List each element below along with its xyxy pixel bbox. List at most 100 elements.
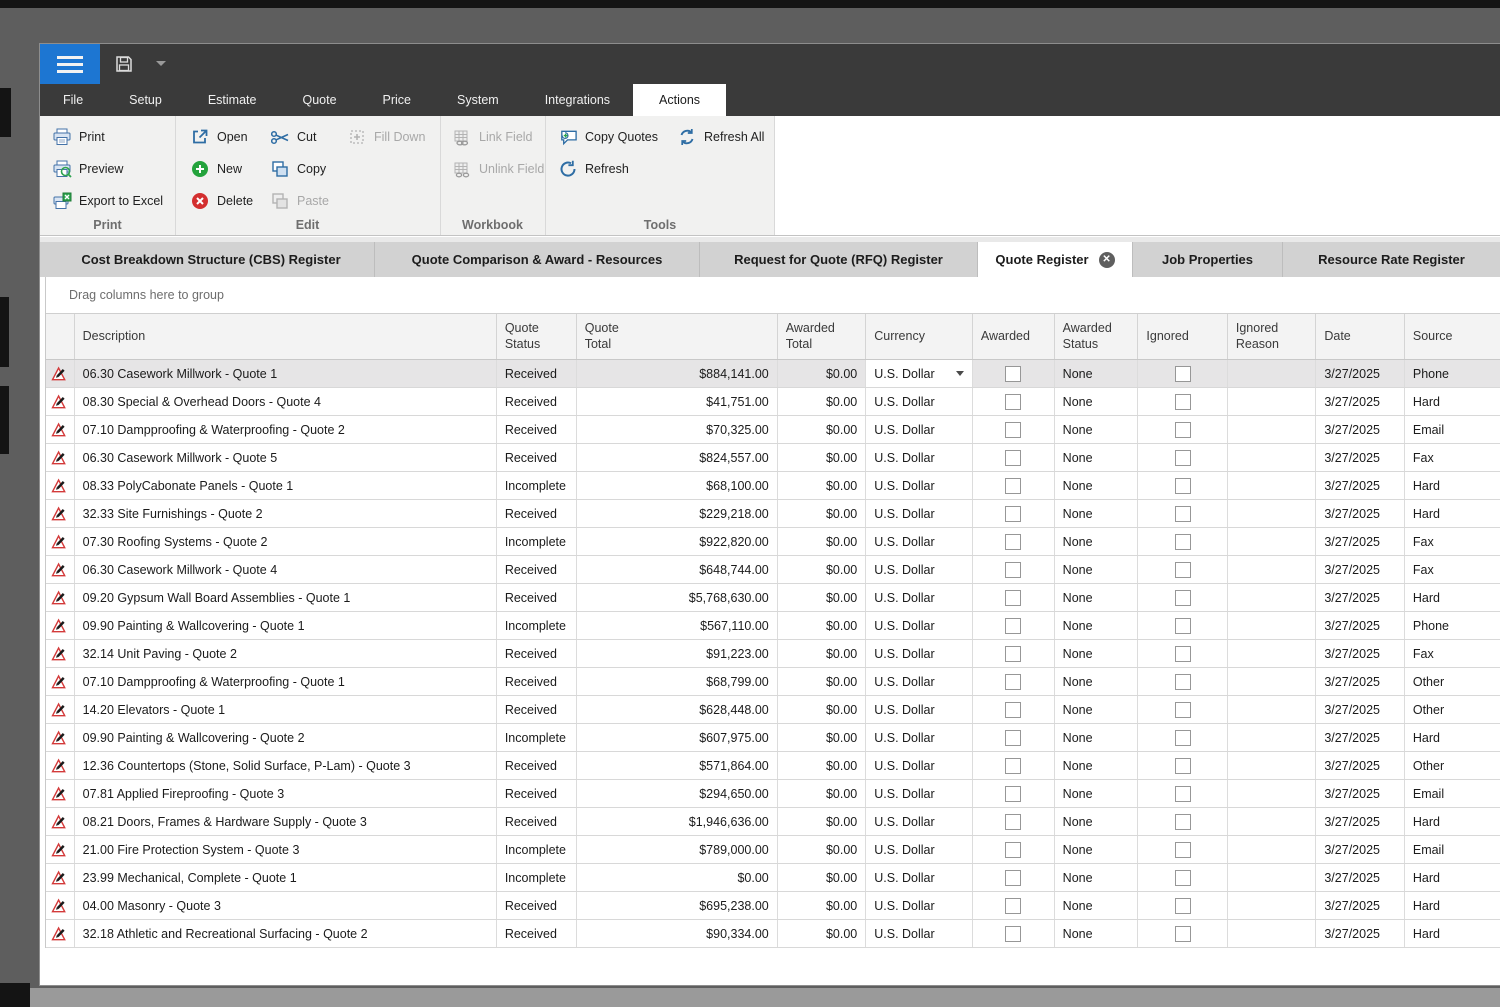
menu-system[interactable]: System — [434, 84, 522, 116]
cell-quote-status[interactable]: Received — [497, 892, 577, 919]
cell-description[interactable]: 09.20 Gypsum Wall Board Assemblies - Quo… — [75, 584, 497, 611]
cell-source[interactable]: Fax — [1405, 556, 1500, 583]
cell-source[interactable]: Phone — [1405, 612, 1500, 639]
cell-source[interactable]: Hard — [1405, 584, 1500, 611]
cell-currency-dropdown[interactable]: U.S. Dollar — [866, 444, 973, 471]
ignored-checkbox[interactable] — [1175, 926, 1191, 942]
cell-date[interactable]: 3/27/2025 — [1316, 836, 1405, 863]
menu-price[interactable]: Price — [360, 84, 434, 116]
fill-down-button[interactable]: Fill Down — [347, 124, 425, 150]
cell-date[interactable]: 3/27/2025 — [1316, 752, 1405, 779]
grid-row[interactable]: 09.90 Painting & Wallcovering - Quote 1I… — [46, 612, 1500, 640]
cell-currency-dropdown[interactable]: U.S. Dollar — [866, 388, 973, 415]
cell-ignored-reason[interactable] — [1228, 612, 1317, 639]
cell-currency-dropdown[interactable]: U.S. Dollar — [866, 696, 973, 723]
cell-source[interactable]: Other — [1405, 752, 1500, 779]
grid-row[interactable]: 23.99 Mechanical, Complete - Quote 1Inco… — [46, 864, 1500, 892]
delete-button[interactable]: Delete — [190, 188, 253, 214]
ignored-checkbox[interactable] — [1175, 814, 1191, 830]
cell-source[interactable]: Email — [1405, 780, 1500, 807]
cell-awarded-total[interactable]: $0.00 — [778, 836, 867, 863]
awarded-checkbox[interactable] — [1005, 450, 1021, 466]
cell-date[interactable]: 3/27/2025 — [1316, 668, 1405, 695]
menu-estimate[interactable]: Estimate — [185, 84, 280, 116]
ignored-checkbox[interactable] — [1175, 590, 1191, 606]
header-source[interactable]: Source — [1405, 314, 1500, 359]
grid-row[interactable]: 32.18 Athletic and Recreational Surfacin… — [46, 920, 1500, 948]
cell-awarded-status[interactable]: None — [1055, 360, 1139, 387]
awarded-checkbox[interactable] — [1005, 618, 1021, 634]
cell-quote-status[interactable]: Received — [497, 416, 577, 443]
cell-currency-dropdown[interactable]: U.S. Dollar — [866, 836, 973, 863]
cell-ignored-reason[interactable] — [1228, 416, 1317, 443]
cell-date[interactable]: 3/27/2025 — [1316, 556, 1405, 583]
cell-date[interactable]: 3/27/2025 — [1316, 696, 1405, 723]
awarded-checkbox[interactable] — [1005, 646, 1021, 662]
awarded-checkbox[interactable] — [1005, 786, 1021, 802]
awarded-checkbox[interactable] — [1005, 590, 1021, 606]
cell-description[interactable]: 21.00 Fire Protection System - Quote 3 — [75, 836, 497, 863]
cell-source[interactable]: Hard — [1405, 472, 1500, 499]
awarded-checkbox[interactable] — [1005, 506, 1021, 522]
awarded-checkbox[interactable] — [1005, 898, 1021, 914]
ignored-checkbox[interactable] — [1175, 534, 1191, 550]
cell-date[interactable]: 3/27/2025 — [1316, 444, 1405, 471]
cell-description[interactable]: 32.14 Unit Paving - Quote 2 — [75, 640, 497, 667]
cell-awarded-status[interactable]: None — [1055, 696, 1139, 723]
cell-date[interactable]: 3/27/2025 — [1316, 584, 1405, 611]
cell-quote-total[interactable]: $5,768,630.00 — [577, 584, 778, 611]
cell-date[interactable]: 3/27/2025 — [1316, 892, 1405, 919]
grid-row[interactable]: 14.20 Elevators - Quote 1Received$628,44… — [46, 696, 1500, 724]
awarded-checkbox[interactable] — [1005, 842, 1021, 858]
cell-quote-status[interactable]: Received — [497, 808, 577, 835]
cell-quote-total[interactable]: $229,218.00 — [577, 500, 778, 527]
cell-awarded-total[interactable]: $0.00 — [778, 584, 867, 611]
cell-currency-dropdown[interactable]: U.S. Dollar — [866, 584, 973, 611]
cell-ignored-reason[interactable] — [1228, 696, 1317, 723]
group-by-drop-zone[interactable]: Drag columns here to group — [46, 277, 1500, 313]
awarded-checkbox[interactable] — [1005, 674, 1021, 690]
cell-currency-dropdown[interactable]: U.S. Dollar — [866, 528, 973, 555]
cell-quote-total[interactable]: $294,650.00 — [577, 780, 778, 807]
menu-integrations[interactable]: Integrations — [522, 84, 633, 116]
ignored-checkbox[interactable] — [1175, 870, 1191, 886]
cell-awarded-total[interactable]: $0.00 — [778, 528, 867, 555]
cell-description[interactable]: 06.30 Casework Millwork - Quote 5 — [75, 444, 497, 471]
cell-awarded-total[interactable]: $0.00 — [778, 388, 867, 415]
awarded-checkbox[interactable] — [1005, 926, 1021, 942]
awarded-checkbox[interactable] — [1005, 366, 1021, 382]
cell-description[interactable]: 14.20 Elevators - Quote 1 — [75, 696, 497, 723]
cell-source[interactable]: Phone — [1405, 360, 1500, 387]
cell-quote-total[interactable]: $607,975.00 — [577, 724, 778, 751]
awarded-checkbox[interactable] — [1005, 562, 1021, 578]
cut-button[interactable]: Cut — [270, 124, 316, 150]
cell-awarded-status[interactable]: None — [1055, 528, 1139, 555]
paste-button[interactable]: Paste — [270, 188, 329, 214]
quick-access-dropdown-icon[interactable] — [156, 61, 166, 66]
header-date[interactable]: Date — [1316, 314, 1405, 359]
grid-row[interactable]: 08.30 Special & Overhead Doors - Quote 4… — [46, 388, 1500, 416]
cell-date[interactable]: 3/27/2025 — [1316, 612, 1405, 639]
cell-description[interactable]: 06.30 Casework Millwork - Quote 4 — [75, 556, 497, 583]
cell-quote-total[interactable]: $789,000.00 — [577, 836, 778, 863]
cell-currency-dropdown[interactable]: U.S. Dollar — [866, 752, 973, 779]
cell-description[interactable]: 04.00 Masonry - Quote 3 — [75, 892, 497, 919]
cell-currency-dropdown[interactable]: U.S. Dollar — [866, 864, 973, 891]
cell-quote-status[interactable]: Received — [497, 444, 577, 471]
cell-description[interactable]: 07.10 Dampproofing & Waterproofing - Quo… — [75, 668, 497, 695]
awarded-checkbox[interactable] — [1005, 702, 1021, 718]
cell-awarded-status[interactable]: None — [1055, 724, 1139, 751]
refresh-button[interactable]: Refresh — [558, 156, 629, 182]
cell-ignored-reason[interactable] — [1228, 780, 1317, 807]
cell-currency-dropdown[interactable]: U.S. Dollar — [866, 724, 973, 751]
cell-source[interactable]: Hard — [1405, 920, 1500, 947]
cell-currency-dropdown[interactable]: U.S. Dollar — [866, 360, 973, 387]
cell-awarded-total[interactable]: $0.00 — [778, 416, 867, 443]
cell-quote-total[interactable]: $922,820.00 — [577, 528, 778, 555]
cell-description[interactable]: 32.18 Athletic and Recreational Surfacin… — [75, 920, 497, 947]
cell-currency-dropdown[interactable]: U.S. Dollar — [866, 780, 973, 807]
cell-awarded-status[interactable]: None — [1055, 388, 1139, 415]
cell-date[interactable]: 3/27/2025 — [1316, 920, 1405, 947]
cell-awarded-total[interactable]: $0.00 — [778, 724, 867, 751]
cell-date[interactable]: 3/27/2025 — [1316, 360, 1405, 387]
